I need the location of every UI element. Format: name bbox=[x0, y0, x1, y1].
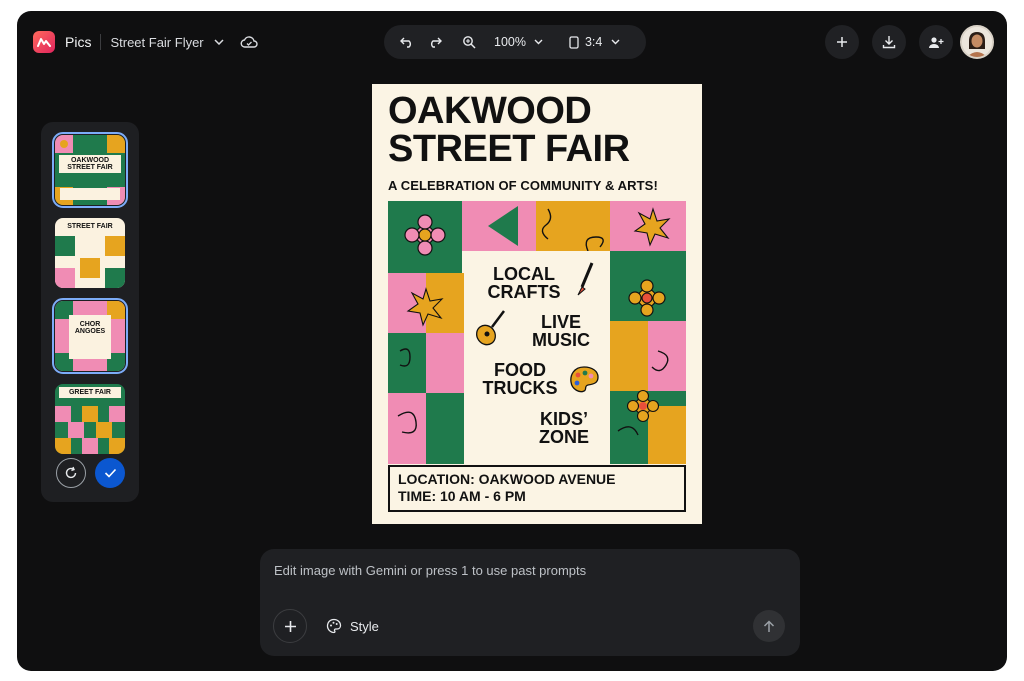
poster-canvas[interactable]: OAKWOOD STREET FAIR A CELEBRATION OF COM… bbox=[372, 84, 702, 524]
send-button[interactable] bbox=[753, 610, 785, 642]
document-title[interactable]: Street Fair Flyer bbox=[110, 35, 203, 50]
share-button[interactable] bbox=[919, 25, 953, 59]
thumbnail-heading: OAKWOOD STREET FAIR bbox=[59, 155, 121, 173]
thumbnail-heading: STREET FAIR bbox=[59, 221, 121, 232]
activity-line: KIDS’ bbox=[539, 409, 588, 429]
plus-icon bbox=[837, 37, 847, 47]
chevron-down-icon[interactable] bbox=[214, 39, 224, 45]
add-person-icon bbox=[929, 36, 944, 48]
add-button[interactable] bbox=[825, 25, 859, 59]
activity-line: MUSIC bbox=[532, 330, 590, 350]
attach-button[interactable] bbox=[273, 609, 307, 643]
poster-subtitle: A CELEBRATION OF COMMUNITY & ARTS! bbox=[388, 178, 658, 193]
zoom-dropdown[interactable]: 100% bbox=[494, 30, 543, 54]
divider bbox=[100, 34, 102, 50]
poster-art-grid: LOCAL CRAFTS LIVE MUSIC FOOD TRUCKS KIDS… bbox=[388, 201, 686, 464]
regenerate-button[interactable] bbox=[56, 458, 86, 488]
plus-icon bbox=[284, 620, 296, 632]
app-window: Pics Street Fair Flyer 100% 3:4 OAKWOOD … bbox=[17, 11, 1007, 671]
chevron-down-icon bbox=[534, 39, 543, 45]
palette-icon bbox=[326, 618, 342, 634]
app-name: Pics bbox=[65, 34, 92, 50]
check-icon bbox=[104, 468, 116, 478]
aspect-ratio-icon bbox=[569, 35, 579, 49]
poster-title-line1: OAKWOOD bbox=[388, 90, 592, 132]
undo-icon[interactable] bbox=[396, 30, 418, 54]
aspect-ratio-label: 3:4 bbox=[584, 35, 603, 49]
brand: Pics Street Fair Flyer bbox=[33, 31, 258, 53]
prompt-input[interactable]: Edit image with Gemini or press 1 to use… bbox=[274, 563, 586, 578]
accept-button[interactable] bbox=[95, 458, 125, 488]
activity-line: LOCAL bbox=[493, 264, 555, 284]
poster-title: OAKWOOD STREET FAIR bbox=[388, 92, 692, 168]
poster-location: LOCATION: OAKWOOD AVENUE bbox=[398, 471, 616, 487]
chevron-down-icon bbox=[611, 39, 620, 45]
poster-title-line2: STREET FAIR bbox=[388, 128, 630, 170]
activity-line: FOOD bbox=[494, 360, 546, 380]
zoom-icon[interactable] bbox=[458, 30, 480, 54]
versions-panel: OAKWOOD STREET FAIR STREET FAIR CHOR ANG… bbox=[41, 122, 139, 502]
avatar[interactable] bbox=[960, 25, 994, 59]
thumbnail-detail bbox=[60, 188, 120, 200]
guitar-icon bbox=[476, 310, 505, 346]
activity-food-trucks: FOOD TRUCKS bbox=[470, 361, 570, 397]
paintbrush-icon bbox=[577, 262, 594, 296]
activity-kids-zone: KIDS’ ZONE bbox=[526, 410, 602, 446]
activity-line: LIVE bbox=[540, 312, 581, 332]
send-arrow-icon bbox=[763, 619, 775, 632]
edit-toolbar: 100% 3:4 bbox=[384, 25, 646, 59]
thumbnail-heading: GREET FAIR bbox=[59, 387, 121, 398]
redo-icon[interactable] bbox=[424, 30, 446, 54]
activity-live-music: LIVE MUSIC bbox=[516, 313, 606, 349]
thumbnail-heading: CHOR ANGOES bbox=[74, 321, 106, 335]
activity-line: ZONE bbox=[538, 427, 589, 447]
poster-activities-box: LOCAL CRAFTS LIVE MUSIC FOOD TRUCKS KIDS… bbox=[464, 251, 610, 464]
cloud-icon[interactable] bbox=[240, 36, 258, 48]
poster-location-box: LOCATION: OAKWOOD AVENUE TIME: 10 AM - 6… bbox=[388, 465, 686, 512]
zoom-level: 100% bbox=[494, 35, 526, 49]
download-button[interactable] bbox=[872, 25, 906, 59]
poster-time: TIME: 10 AM - 6 PM bbox=[398, 488, 526, 504]
download-icon bbox=[882, 36, 896, 49]
aspect-ratio-dropdown[interactable]: 3:4 bbox=[569, 30, 620, 54]
version-thumbnail[interactable]: GREET FAIR bbox=[55, 384, 125, 454]
version-thumbnail[interactable]: CHOR ANGOES bbox=[52, 298, 128, 374]
style-button[interactable]: Style bbox=[326, 618, 379, 634]
activity-line: CRAFTS bbox=[487, 282, 561, 302]
version-thumbnail[interactable]: STREET FAIR bbox=[55, 218, 125, 288]
prompt-box: Edit image with Gemini or press 1 to use… bbox=[260, 549, 800, 656]
style-label: Style bbox=[350, 618, 379, 634]
refresh-icon bbox=[65, 466, 77, 479]
version-thumbnail[interactable]: OAKWOOD STREET FAIR bbox=[52, 132, 128, 208]
palette-icon bbox=[570, 366, 599, 393]
logo-icon[interactable] bbox=[33, 31, 55, 53]
activity-line: TRUCKS bbox=[482, 378, 558, 398]
activity-local-crafts: LOCAL CRAFTS bbox=[474, 265, 574, 301]
